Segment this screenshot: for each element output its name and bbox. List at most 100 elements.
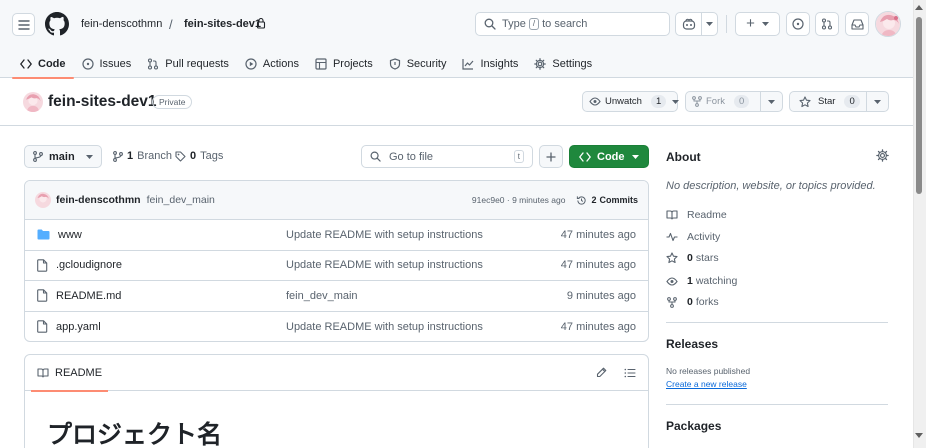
commit-author-avatar[interactable] (35, 192, 51, 208)
menu-button[interactable] (12, 13, 35, 36)
sidebar-divider (666, 404, 888, 405)
table-icon (315, 58, 327, 70)
pull-requests-button[interactable] (815, 12, 839, 36)
forks-label: forks (695, 296, 719, 308)
file-row[interactable]: .gcloudignore Update README with setup i… (25, 251, 648, 281)
tab-issues[interactable]: Issues (74, 50, 140, 78)
commits-label: Commits (599, 195, 638, 205)
tab-security[interactable]: Security (381, 50, 455, 78)
releases-title[interactable]: Releases (666, 337, 718, 351)
watchers-link[interactable]: 1 watching (666, 275, 737, 287)
branches-link[interactable]: 1 Branch (113, 150, 172, 162)
code-button[interactable]: Code (569, 145, 649, 168)
github-logo-icon[interactable] (45, 12, 69, 36)
commits-count: 2 (591, 195, 597, 205)
file-browser: fein-denscothmn fein_dev_main 91ec9e0 · … (24, 180, 649, 342)
create-new-button[interactable]: + (735, 12, 780, 36)
pencil-icon[interactable] (596, 367, 607, 378)
go-to-file-shortcut: t (513, 150, 524, 163)
inbox-button[interactable] (845, 12, 869, 36)
watch-button[interactable]: Unwatch 1 (582, 91, 680, 112)
search-prefix: Type (502, 18, 526, 30)
file-name[interactable]: README.md (56, 290, 286, 302)
chevron-down-icon (761, 22, 769, 26)
file-commit-message[interactable]: Update README with setup instructions (286, 229, 483, 241)
go-to-file-input[interactable]: Go to file t (361, 145, 533, 168)
tab-pull-requests[interactable]: Pull requests (139, 50, 237, 78)
inbox-icon (850, 18, 864, 30)
chevron-down-icon[interactable] (866, 92, 888, 111)
branch-label: Branch (137, 150, 172, 162)
fork-label: Fork (706, 96, 725, 107)
about-title: About (666, 150, 701, 164)
list-icon[interactable] (624, 368, 636, 378)
search-icon (370, 151, 381, 162)
readme-tab[interactable]: README (30, 355, 109, 392)
readme-link-label: Readme (687, 209, 727, 221)
file-row[interactable]: www Update README with setup instruction… (25, 220, 648, 251)
file-name[interactable]: .gcloudignore (56, 259, 286, 271)
readme-link[interactable]: Readme (666, 209, 727, 221)
file-icon (37, 289, 48, 302)
add-file-button[interactable] (539, 145, 563, 168)
file-commit-message[interactable]: Update README with setup instructions (286, 259, 483, 271)
file-row[interactable]: README.md fein_dev_main 9 minutes ago (25, 281, 648, 312)
tab-label: Actions (262, 58, 299, 70)
latest-commit-bar: fein-denscothmn fein_dev_main 91ec9e0 · … (25, 181, 648, 220)
tags-link[interactable]: 0 Tags (175, 150, 223, 162)
commit-message[interactable]: fein_dev_main (147, 194, 215, 206)
global-search-input[interactable]: Type / to search (475, 12, 670, 36)
commit-author[interactable]: fein-denscothmn (56, 194, 141, 206)
tab-label: Security (406, 58, 447, 70)
stars-link[interactable]: 0 stars (666, 252, 719, 264)
stars-count: 0 (687, 252, 693, 264)
scroll-down-arrow-icon[interactable] (914, 432, 924, 439)
create-release-link[interactable]: Create a new release (666, 379, 747, 389)
chevron-down-icon[interactable] (760, 92, 782, 111)
chevron-down-icon[interactable] (672, 92, 680, 111)
forks-count: 0 (687, 296, 693, 308)
activity-link[interactable]: Activity (666, 231, 720, 243)
watch-label: Unwatch (605, 96, 642, 107)
scrollbar-thumb[interactable] (916, 17, 922, 194)
fork-icon (692, 96, 702, 107)
file-commit-message[interactable]: Update README with setup instructions (286, 321, 483, 333)
hamburger-icon (17, 19, 30, 30)
star-icon (666, 252, 678, 264)
book-icon (666, 210, 678, 220)
tab-label: Settings (552, 58, 593, 70)
readme-tab-label: README (55, 366, 103, 379)
commit-hash-time[interactable]: 91ec9e0 · 9 minutes ago (472, 195, 566, 205)
tab-settings[interactable]: Settings (526, 50, 600, 78)
shield-icon (389, 58, 400, 70)
readme-panel: README プロジェクト名 (24, 354, 649, 448)
packages-title[interactable]: Packages (666, 419, 721, 433)
repo-title[interactable]: fein-sites-dev1 (48, 93, 157, 111)
file-commit-message[interactable]: fein_dev_main (286, 290, 358, 302)
forks-link[interactable]: 0 forks (666, 296, 719, 308)
repo-link[interactable]: fein-sites-dev1 (184, 18, 261, 30)
commits-link[interactable]: 2 Commits (576, 195, 638, 206)
branch-selector[interactable]: main (24, 145, 102, 168)
file-name[interactable]: app.yaml (56, 321, 286, 333)
lock-icon (256, 17, 266, 29)
owner-link[interactable]: fein-denscothmn (81, 18, 162, 30)
star-button[interactable]: Star 0 (789, 91, 889, 112)
user-avatar[interactable] (875, 11, 901, 37)
tab-code[interactable]: Code (12, 50, 74, 79)
file-name[interactable]: www (58, 229, 288, 241)
chevron-down-icon[interactable] (701, 13, 717, 35)
tab-insights[interactable]: Insights (454, 50, 526, 78)
tab-projects[interactable]: Projects (307, 50, 381, 78)
search-icon (484, 18, 496, 30)
tab-label: Pull requests (165, 58, 229, 70)
fork-button[interactable]: Fork 0 (685, 91, 783, 112)
scroll-up-arrow-icon[interactable] (914, 4, 924, 11)
tab-label: Issues (99, 58, 132, 70)
chevron-down-icon (86, 154, 93, 159)
file-row[interactable]: app.yaml Update README with setup instru… (25, 312, 648, 342)
tab-actions[interactable]: Actions (237, 50, 307, 78)
copilot-button[interactable] (675, 12, 718, 36)
gear-icon[interactable] (876, 149, 889, 162)
issues-button[interactable] (786, 12, 810, 36)
